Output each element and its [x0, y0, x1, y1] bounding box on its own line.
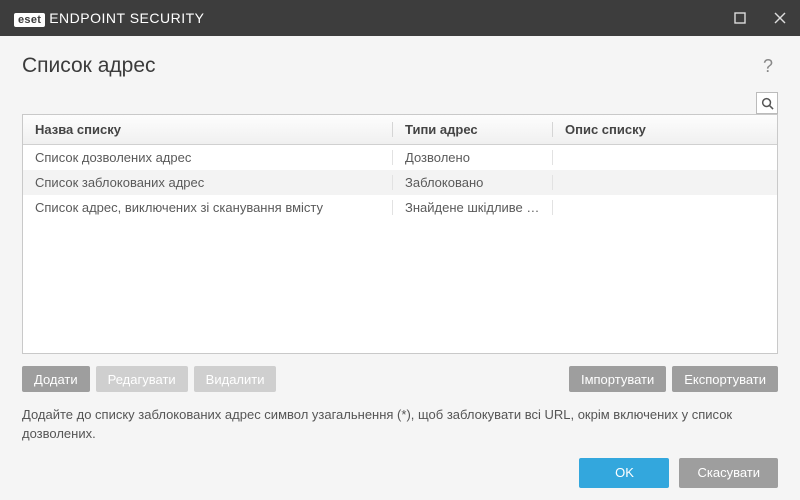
col-header-desc[interactable]: Опис списку [553, 122, 777, 137]
col-header-name[interactable]: Назва списку [23, 122, 393, 137]
cell-name: Список заблокованих адрес [23, 175, 393, 190]
table-row[interactable]: Список адрес, виключених зі сканування в… [23, 195, 777, 220]
edit-button[interactable]: Редагувати [96, 366, 188, 392]
brand-logo: eset [14, 13, 45, 27]
product-name: ENDPOINT SECURITY [49, 10, 204, 26]
table-row[interactable]: Список дозволених адрес Дозволено [23, 145, 777, 170]
cell-name: Список дозволених адрес [23, 150, 393, 165]
search-button[interactable] [756, 92, 778, 114]
table-row[interactable]: Список заблокованих адрес Заблоковано [23, 170, 777, 195]
cell-type: Дозволено [393, 150, 553, 165]
window-close-button[interactable] [760, 0, 800, 36]
cell-type: Знайдене шкідливе прог... [393, 200, 553, 215]
import-button[interactable]: Імпортувати [569, 366, 666, 392]
titlebar: eset ENDPOINT SECURITY [0, 0, 800, 36]
table-body: Список дозволених адрес Дозволено Список… [23, 145, 777, 353]
help-button[interactable]: ? [758, 56, 778, 76]
search-icon [761, 97, 774, 110]
content-area: Список адрес ? Назва списку Типи адрес О… [0, 36, 800, 458]
cell-name: Список адрес, виключених зі сканування в… [23, 200, 393, 215]
export-button[interactable]: Експортувати [672, 366, 778, 392]
ok-button[interactable]: OK [579, 458, 669, 488]
hint-text: Додайте до списку заблокованих адрес сим… [22, 406, 778, 444]
cancel-button[interactable]: Скасувати [679, 458, 778, 488]
window-minimize-button[interactable] [720, 0, 760, 36]
table-header: Назва списку Типи адрес Опис списку [23, 115, 777, 145]
add-button[interactable]: Додати [22, 366, 90, 392]
minimize-icon [734, 12, 746, 24]
table-toolbar: Додати Редагувати Видалити Імпортувати Е… [22, 366, 778, 392]
delete-button[interactable]: Видалити [194, 366, 277, 392]
dialog-footer: OK Скасувати [0, 458, 800, 500]
brand: eset ENDPOINT SECURITY [14, 10, 204, 27]
close-icon [774, 12, 786, 24]
cell-type: Заблоковано [393, 175, 553, 190]
app-window: eset ENDPOINT SECURITY Список адрес ? На… [0, 0, 800, 500]
col-header-type[interactable]: Типи адрес [393, 122, 553, 137]
address-lists-table: Назва списку Типи адрес Опис списку Спис… [22, 114, 778, 354]
page-title: Список адрес [22, 54, 758, 78]
